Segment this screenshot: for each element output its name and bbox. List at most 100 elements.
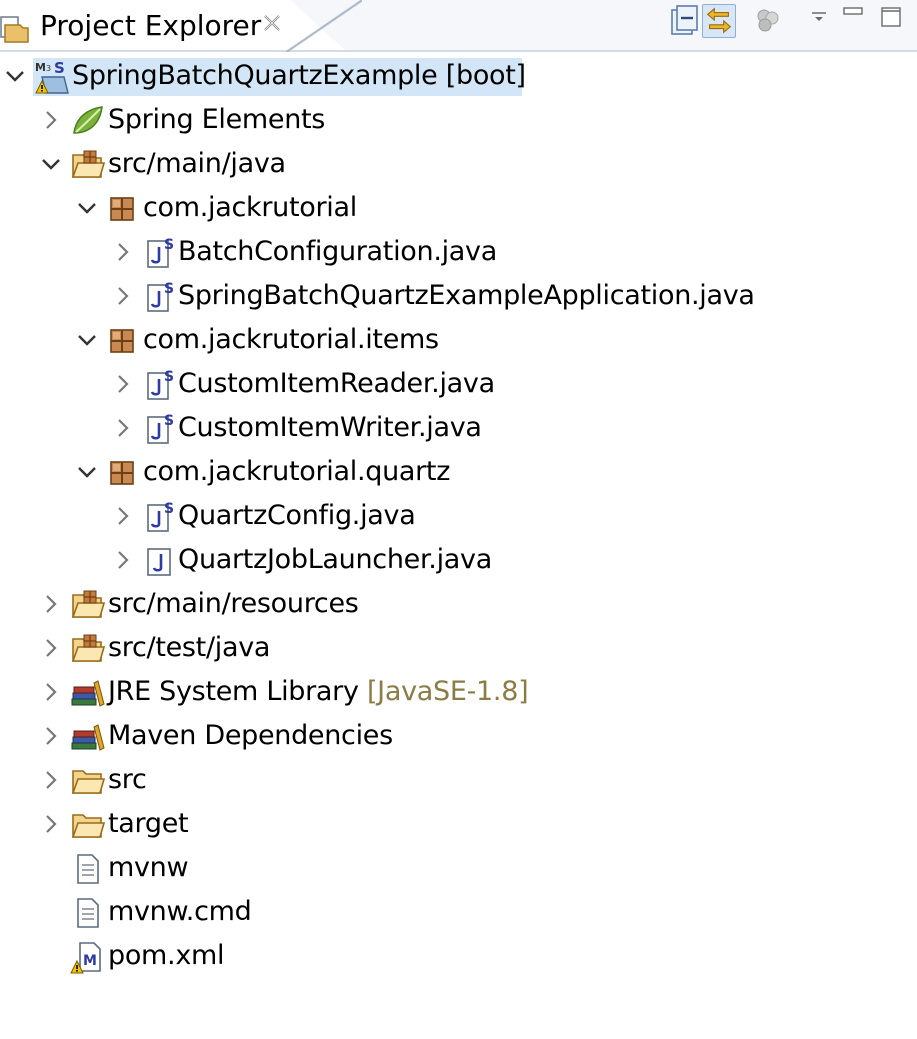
svg-text:S: S <box>164 281 174 297</box>
chevron-right-icon[interactable] <box>112 285 134 307</box>
tree-row-src-main-resources[interactable]: src/main/resources <box>0 582 917 626</box>
chevron-down-icon[interactable] <box>76 197 98 219</box>
tree-row-jre-library[interactable]: JRE System Library [JavaSE-1.8] <box>0 670 917 714</box>
chevron-right-icon[interactable] <box>112 549 134 571</box>
tree-row-label: CustomItemWriter.java <box>178 412 482 443</box>
minimize-icon <box>843 7 863 15</box>
tree-row-maven-dependencies[interactable]: Maven Dependencies <box>0 714 917 758</box>
link-with-editor-button[interactable] <box>702 4 736 38</box>
chevron-right-icon[interactable] <box>40 725 62 747</box>
chevron-right-icon[interactable] <box>40 109 62 131</box>
tree-row-label: mvnw <box>108 852 189 883</box>
svg-text:3: 3 <box>46 64 51 73</box>
text-file-icon <box>77 854 99 884</box>
view-menu-button[interactable] <box>806 4 840 38</box>
filter-button[interactable] <box>752 4 786 38</box>
filter-icon <box>757 9 779 32</box>
svg-text:S: S <box>164 501 174 517</box>
svg-text:M: M <box>35 61 46 74</box>
link-with-editor-icon <box>706 7 732 34</box>
maven-pom-warning-icon: M <box>70 942 101 974</box>
tree-row-label: com.jackrutorial <box>143 192 357 223</box>
svg-text:S: S <box>164 413 174 429</box>
tree-row-label: QuartzJobLauncher.java <box>178 544 492 575</box>
tree-row-package[interactable]: com.jackrutorial <box>0 186 917 230</box>
folder-icon <box>71 770 106 794</box>
svg-text:S: S <box>54 59 65 77</box>
java-file-icon <box>147 548 171 576</box>
tree-row-label: src <box>108 764 147 795</box>
svg-text:M: M <box>83 953 97 969</box>
tree-row-java-file[interactable]: S CustomItemWriter.java <box>0 406 917 450</box>
tree-row-label: target <box>108 808 189 839</box>
tree-row-label: BatchConfiguration.java <box>178 236 497 267</box>
chevron-down-icon[interactable] <box>76 329 98 351</box>
collapse-all-button[interactable] <box>668 4 702 38</box>
tree-row-label: src/main/java <box>108 148 286 179</box>
tree-row-label: Spring Elements <box>108 104 326 135</box>
tree-row-file-mvnw-cmd[interactable]: mvnw.cmd <box>0 890 917 934</box>
tree-row-label: SpringBatchQuartzExample [boot] <box>72 60 526 91</box>
spring-java-file-icon: S <box>147 413 174 444</box>
maximize-button[interactable] <box>872 4 906 38</box>
tree-row-label: Maven Dependencies <box>108 720 393 751</box>
folder-icon <box>71 814 106 838</box>
chevron-right-icon[interactable] <box>112 417 134 439</box>
spring-java-file-icon: S <box>147 501 174 532</box>
tree-row-java-file[interactable]: QuartzJobLauncher.java <box>0 538 917 582</box>
chevron-down-icon[interactable] <box>40 153 62 175</box>
chevron-right-icon[interactable] <box>40 593 62 615</box>
tree-row-label: mvnw.cmd <box>108 896 252 927</box>
tree-row-file-pom[interactable]: M pom.xml <box>0 934 917 978</box>
header-divider <box>0 50 917 52</box>
tree-row-label: CustomItemReader.java <box>178 368 495 399</box>
tab-edge <box>286 0 362 52</box>
tree-row-src-test-java[interactable]: src/test/java <box>0 626 917 670</box>
chevron-down-icon[interactable] <box>76 461 98 483</box>
tree-row-label: pom.xml <box>108 940 225 971</box>
project-explorer-view: Project Explorer M 3 S SpringBatchQuartz… <box>0 0 917 1039</box>
source-folder-icon <box>71 634 106 662</box>
tree-row-file-mvnw[interactable]: mvnw <box>0 846 917 890</box>
tree-row-java-file[interactable]: S BatchConfiguration.java <box>0 230 917 274</box>
collapse-all-icon <box>671 5 698 35</box>
chevron-down-icon[interactable] <box>4 65 26 87</box>
project-explorer-icon <box>0 16 29 43</box>
tree-row-label: SpringBatchQuartzExampleApplication.java <box>178 280 755 311</box>
library-icon <box>71 680 105 707</box>
view-title: Project Explorer <box>40 9 262 42</box>
tree-row-src-main-java[interactable]: src/main/java <box>0 142 917 186</box>
tree-row-project[interactable]: M 3 S SpringBatchQuartzExample [boot] <box>0 54 917 98</box>
tree-row-java-file[interactable]: S CustomItemReader.java <box>0 362 917 406</box>
tree-row-folder-target[interactable]: target <box>0 802 917 846</box>
chevron-right-icon[interactable] <box>40 637 62 659</box>
chevron-right-icon[interactable] <box>40 813 62 835</box>
tree-row-label: src/test/java <box>108 632 271 663</box>
spring-leaf-icon <box>73 106 103 134</box>
spring-java-file-icon: S <box>147 281 174 312</box>
chevron-right-icon[interactable] <box>112 241 134 263</box>
spring-java-file-icon: S <box>147 369 174 400</box>
maximize-icon <box>881 7 901 27</box>
minimize-button[interactable] <box>838 4 872 38</box>
tree-row-package[interactable]: com.jackrutorial.items <box>0 318 917 362</box>
svg-text:S: S <box>164 369 174 385</box>
text-file-icon <box>77 898 99 928</box>
package-icon <box>110 461 134 485</box>
tree-row-folder-src[interactable]: src <box>0 758 917 802</box>
close-icon[interactable] <box>262 13 282 33</box>
view-menu-icon <box>812 12 826 21</box>
library-icon <box>71 724 105 751</box>
package-icon <box>110 197 134 221</box>
source-folder-icon <box>71 590 106 618</box>
tree-row-spring-elements[interactable]: Spring Elements <box>0 98 917 142</box>
tree-row-java-file[interactable]: S SpringBatchQuartzExampleApplication.ja… <box>0 274 917 318</box>
tree-row-java-file[interactable]: S QuartzConfig.java <box>0 494 917 538</box>
svg-text:S: S <box>164 237 174 253</box>
tree-row-label: JRE System Library [JavaSE-1.8] <box>108 676 529 707</box>
chevron-right-icon[interactable] <box>40 769 62 791</box>
chevron-right-icon[interactable] <box>112 505 134 527</box>
chevron-right-icon[interactable] <box>40 681 62 703</box>
chevron-right-icon[interactable] <box>112 373 134 395</box>
tree-row-package[interactable]: com.jackrutorial.quartz <box>0 450 917 494</box>
